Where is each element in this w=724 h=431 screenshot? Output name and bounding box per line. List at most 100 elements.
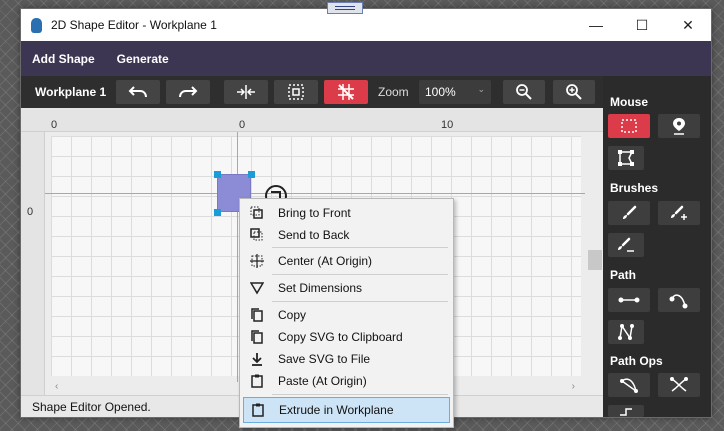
scroll-left-icon[interactable]: ‹ [55, 381, 58, 392]
zoom-in-button[interactable] [553, 80, 595, 104]
grid-off-icon [338, 84, 354, 100]
ruler-v-label: 0 [27, 206, 34, 218]
redo-button[interactable] [166, 80, 210, 104]
menu-item-label: Bring to Front [278, 206, 351, 220]
pin-icon [673, 118, 685, 135]
node-select-icon [618, 150, 634, 166]
brush-add-tool-button[interactable] [658, 201, 700, 225]
clipboard-icon [249, 373, 265, 389]
menu-separator [272, 247, 448, 248]
section-mouse: Mouse [610, 95, 649, 109]
menu-item-copy-svg[interactable]: Copy SVG to Clipboard [243, 326, 450, 348]
ruler-h-label: 10 [441, 119, 454, 131]
drag-handle[interactable] [327, 2, 363, 14]
section-path: Path [610, 268, 637, 282]
menu-generate[interactable]: Generate [106, 52, 180, 66]
menu-separator [272, 274, 448, 275]
section-brushes: Brushes [610, 181, 659, 195]
copy-icon [249, 307, 265, 323]
path-op-tool-button[interactable] [608, 373, 650, 397]
maximize-button[interactable]: ☐ [619, 9, 665, 41]
grid-toggle-button[interactable] [324, 80, 368, 104]
send-to-back-icon [249, 227, 265, 243]
undo-icon [128, 86, 147, 98]
brush-add-icon [671, 205, 687, 220]
frame-select-icon [288, 84, 304, 100]
rect-select-tool-button[interactable] [608, 114, 650, 138]
menu-item-label: Center (At Origin) [278, 254, 373, 268]
horizontal-ruler: 0 0 10 [21, 108, 603, 132]
clipboard-icon [250, 402, 266, 418]
menu-item-label: Extrude in Workplane [279, 403, 394, 417]
download-icon [249, 351, 265, 367]
menu-item-save-svg[interactable]: Save SVG to File [243, 348, 450, 370]
title-bar[interactable]: 2D Shape Editor - Workplane 1 — ☐ ✕ [21, 9, 711, 41]
path-step-tool-button[interactable] [608, 405, 644, 417]
path-cross-tool-button[interactable] [658, 373, 700, 397]
zoom-out-button[interactable] [503, 80, 545, 104]
minimize-button[interactable]: — [573, 9, 619, 41]
app-icon [31, 18, 42, 33]
brush-icon [623, 205, 637, 219]
menu-item-extrude[interactable]: Extrude in Workplane [243, 397, 450, 423]
menu-item-label: Send to Back [278, 228, 350, 242]
copy-svg-icon [249, 329, 265, 345]
path-op-icon [620, 378, 638, 393]
zoom-select[interactable]: 100% ⌄ [419, 80, 491, 104]
menu-bar: Add Shape Generate [21, 41, 711, 76]
step-icon [620, 408, 632, 416]
menu-item-bring-to-front[interactable]: Bring to Front [243, 202, 450, 224]
zoom-in-icon [566, 84, 582, 100]
workplane-label: Workplane 1 [35, 85, 107, 99]
polyline-icon [618, 324, 634, 340]
chevron-down-icon: ⌄ [477, 84, 485, 94]
menu-item-set-dimensions[interactable]: Set Dimensions [243, 277, 450, 299]
align-center-button[interactable] [224, 80, 268, 104]
resize-handle[interactable] [214, 171, 221, 178]
menu-add-shape[interactable]: Add Shape [21, 52, 106, 66]
align-center-icon [237, 85, 255, 99]
line-tool-button[interactable] [608, 288, 650, 312]
brush-tool-button[interactable] [608, 201, 650, 225]
status-text: Shape Editor Opened. [32, 400, 151, 414]
menu-separator [272, 394, 448, 395]
menu-item-label: Copy [278, 308, 307, 322]
vertical-ruler: 0 [21, 132, 45, 395]
menu-item-send-to-back[interactable]: Send to Back [243, 224, 450, 246]
y-axis-line [237, 132, 238, 382]
bring-to-front-icon [249, 205, 265, 221]
ruler-h-label: 0 [51, 119, 58, 131]
menu-item-paste[interactable]: Paste (At Origin) [243, 370, 450, 392]
context-menu: Bring to Front Send to Back Center (At O… [239, 198, 454, 428]
menu-item-label: Save SVG to File [278, 352, 371, 366]
scroll-thumb[interactable] [588, 250, 602, 270]
tool-panel: Mouse Brushes Path Path Ops [603, 76, 711, 417]
close-button[interactable]: ✕ [665, 9, 711, 41]
select-frame-button[interactable] [274, 80, 318, 104]
undo-button[interactable] [116, 80, 160, 104]
ruler-h-label: 0 [239, 119, 246, 131]
toolbar: Workplane 1 Zoom 100% ⌄ [21, 76, 603, 108]
path-cross-icon [670, 377, 688, 392]
scroll-right-icon[interactable]: › [572, 381, 575, 392]
menu-item-center-origin[interactable]: Center (At Origin) [243, 250, 450, 272]
curve-tool-button[interactable] [658, 288, 700, 312]
curve-icon [669, 294, 688, 309]
menu-item-label: Paste (At Origin) [278, 374, 367, 388]
zoom-value: 100% [425, 85, 456, 99]
vertical-scrollbar[interactable] [585, 132, 603, 395]
node-select-tool-button[interactable] [608, 146, 644, 170]
pin-tool-button[interactable] [658, 114, 700, 138]
section-path-ops: Path Ops [610, 354, 663, 368]
menu-item-label: Copy SVG to Clipboard [278, 330, 403, 344]
polyline-tool-button[interactable] [608, 320, 644, 344]
window-title: 2D Shape Editor - Workplane 1 [51, 18, 217, 32]
menu-separator [272, 301, 448, 302]
zoom-out-icon [516, 84, 532, 100]
brush-subtract-tool-button[interactable] [608, 233, 644, 257]
menu-item-copy[interactable]: Copy [243, 304, 450, 326]
resize-handle[interactable] [248, 171, 255, 178]
x-axis-line [45, 193, 585, 194]
center-icon [249, 253, 265, 269]
resize-handle[interactable] [214, 209, 221, 216]
